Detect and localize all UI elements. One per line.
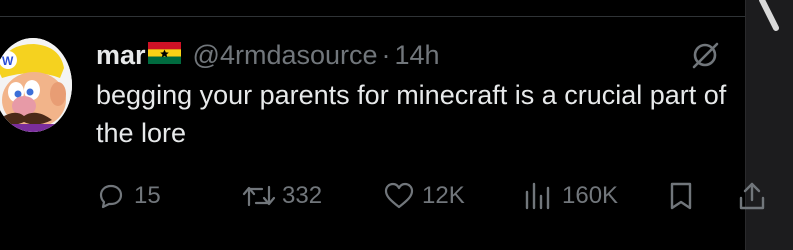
action-bar: 15 332 12K 160K <box>96 176 776 216</box>
reply-count: 15 <box>134 182 161 209</box>
like-icon <box>384 182 414 209</box>
svg-text:W: W <box>2 54 14 68</box>
views-button[interactable]: 160K <box>524 176 618 216</box>
repost-button[interactable]: 332 <box>242 176 322 216</box>
timestamp[interactable]: 14h <box>395 40 440 71</box>
top-divider <box>0 16 793 17</box>
share-icon <box>739 182 765 210</box>
bookmark-button[interactable] <box>668 176 694 216</box>
avatar[interactable]: W <box>0 38 72 132</box>
view-count: 160K <box>562 182 619 209</box>
ghana-flag-icon <box>147 42 181 64</box>
like-button[interactable]: 12K <box>384 176 465 216</box>
repost-count: 332 <box>282 182 323 209</box>
reply-icon <box>99 184 123 209</box>
bookmark-icon <box>670 182 692 210</box>
display-name[interactable]: mar <box>96 40 146 71</box>
user-handle[interactable]: @4rmdasource <box>193 40 378 71</box>
separator-dot: · <box>381 39 391 70</box>
reply-button[interactable]: 15 <box>98 176 161 216</box>
share-button[interactable] <box>738 176 766 216</box>
grok-icon[interactable] <box>690 40 720 70</box>
tweet-text: begging your parents for minecraft is a … <box>96 80 727 148</box>
tweet-header: mar @4rmdasource · 14h <box>96 36 756 74</box>
views-icon <box>525 182 550 210</box>
like-count: 12K <box>422 182 465 209</box>
scrollbar-thumb[interactable] <box>756 0 784 34</box>
repost-icon <box>242 185 276 207</box>
tweet[interactable]: mar @4rmdasource · 14h begging your pare… <box>96 36 756 152</box>
avatar-image: W <box>0 38 72 132</box>
